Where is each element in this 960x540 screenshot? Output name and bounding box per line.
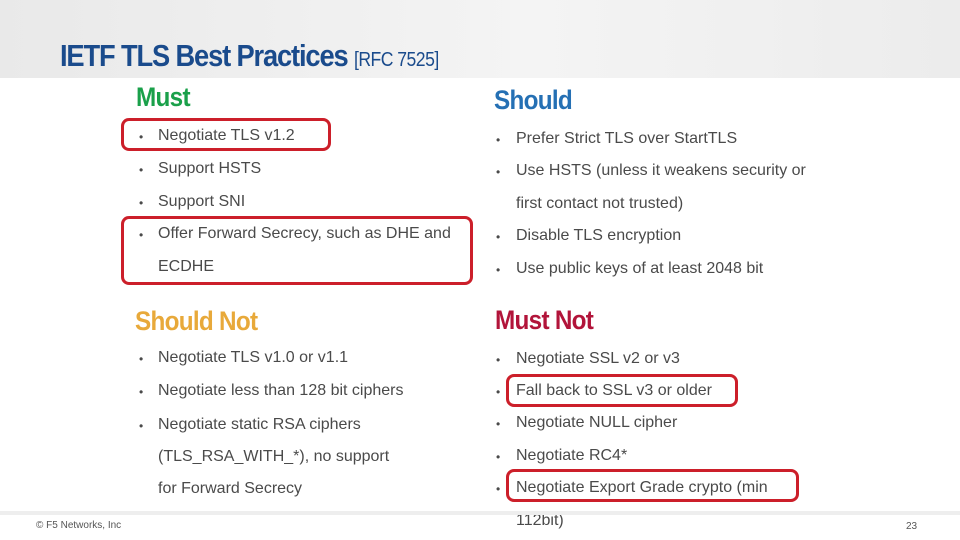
- highlight-box: [506, 469, 799, 502]
- must-item: Support SNI: [158, 193, 246, 210]
- should-not-item: Negotiate static RSA ciphers: [158, 416, 361, 433]
- must-not-heading: Must Not: [495, 305, 594, 335]
- copyright: © F5 Networks, Inc: [36, 520, 122, 531]
- page-number: 23: [906, 521, 918, 532]
- must-heading: Must: [136, 82, 191, 112]
- highlight-box: [121, 216, 473, 285]
- title-main: IETF TLS Best Practices: [60, 38, 349, 73]
- bullet: •: [496, 482, 501, 496]
- should-item-continuation: first contact not trusted): [516, 195, 684, 212]
- should-heading: Should: [494, 85, 573, 115]
- bullet: •: [496, 385, 501, 399]
- should-item: Use public keys of at least 2048 bit: [516, 260, 764, 277]
- bullet: •: [496, 417, 501, 431]
- title-ref: [RFC 7525]: [353, 49, 439, 71]
- footer-divider: [0, 511, 960, 515]
- should-item: Prefer Strict TLS over StartTLS: [516, 130, 738, 147]
- bullet: •: [496, 263, 501, 277]
- should-item: Use HSTS (unless it weakens security or: [516, 162, 806, 179]
- should-not-heading: Should Not: [135, 306, 258, 336]
- highlight-box: [121, 118, 331, 151]
- highlight-box: [506, 374, 738, 407]
- bullet: •: [496, 450, 501, 464]
- bullet: •: [139, 196, 144, 210]
- should-item: Disable TLS encryption: [516, 227, 682, 244]
- bullet: •: [496, 230, 501, 244]
- bullet: •: [496, 165, 501, 179]
- should-not-item-continuation: for Forward Secrecy: [158, 480, 303, 497]
- bullet: •: [139, 385, 144, 399]
- must-not-item: Negotiate RC4*: [516, 447, 628, 464]
- must-item: Support HSTS: [158, 160, 262, 177]
- bullet: •: [139, 419, 144, 433]
- bullet: •: [139, 352, 144, 366]
- should-not-item: Negotiate TLS v1.0 or v1.1: [158, 349, 349, 366]
- must-not-item: Negotiate NULL cipher: [516, 414, 678, 431]
- must-not-item: Negotiate SSL v2 or v3: [516, 350, 680, 367]
- should-not-item: Negotiate less than 128 bit ciphers: [158, 382, 404, 399]
- slide-title: IETF TLS Best Practices [RFC 7525]: [60, 38, 439, 74]
- bullet: •: [139, 163, 144, 177]
- should-not-item-continuation: (TLS_RSA_WITH_*), no support: [158, 448, 390, 465]
- bullet: •: [496, 353, 501, 367]
- bullet: •: [496, 133, 501, 147]
